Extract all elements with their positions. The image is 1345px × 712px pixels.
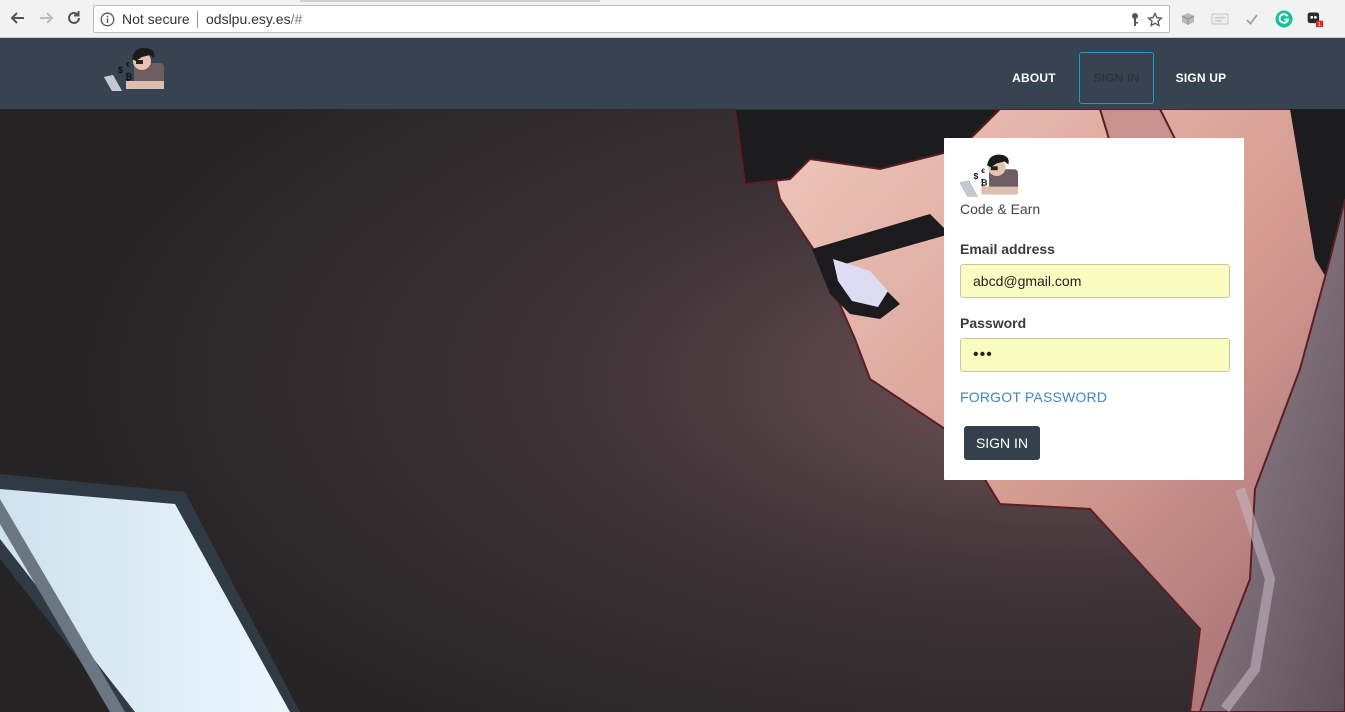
nav-signup-link[interactable]: SIGN UP — [1168, 52, 1234, 104]
forward-button[interactable] — [35, 7, 57, 29]
url-host: odslpu.esy.es — [206, 11, 291, 27]
nav-signin-link[interactable]: SIGN IN — [1079, 52, 1154, 104]
nav-about-link[interactable]: ABOUT — [1004, 52, 1064, 104]
email-label: Email address — [960, 241, 1055, 257]
tab-strip-edge — [300, 0, 600, 2]
extension-card-icon[interactable] — [1211, 10, 1229, 28]
coder-logo-image: $ ₿ € — [959, 154, 1019, 197]
security-label[interactable]: Not secure — [122, 11, 190, 27]
reload-icon — [68, 11, 80, 24]
password-label: Password — [960, 315, 1027, 331]
site-navbar: $ ₿ € ABOUT SIGN IN SIGN UP — [0, 38, 1345, 109]
svg-text:₿: ₿ — [125, 72, 132, 82]
extension-avatar-icon[interactable]: 1 — [1306, 10, 1324, 28]
extension-badge-count: 1 — [1318, 22, 1321, 28]
coder-logo-image: $ ₿ € — [104, 47, 164, 91]
extension-check-icon[interactable] — [1243, 10, 1261, 28]
forward-arrow-icon — [40, 12, 54, 24]
email-input[interactable] — [960, 264, 1230, 298]
sign-in-button[interactable]: SIGN IN — [964, 426, 1040, 460]
address-bar[interactable]: Not secure odslpu.esy.es/# — [93, 5, 1170, 33]
back-arrow-icon — [10, 12, 24, 24]
card-logo: $ ₿ € — [959, 153, 1020, 199]
bookmark-star-icon[interactable] — [1146, 11, 1164, 29]
key-icon[interactable] — [1126, 11, 1144, 29]
extension-cube-icon[interactable] — [1179, 10, 1197, 28]
login-card: $ ₿ € Code & Earn Email address Password… — [944, 138, 1244, 480]
forgot-password-link[interactable]: FORGOT PASSWORD — [960, 389, 1107, 405]
svg-text:₿: ₿ — [980, 178, 987, 188]
password-input[interactable] — [960, 338, 1230, 372]
address-divider — [197, 11, 198, 28]
site-tagline: Code & Earn — [960, 201, 1041, 217]
svg-text:€: € — [126, 62, 130, 69]
site-logo[interactable]: $ ₿ € — [104, 47, 166, 93]
url-path: /# — [290, 11, 303, 27]
svg-text:$: $ — [118, 65, 123, 75]
reload-button[interactable] — [63, 7, 85, 29]
svg-text:€: € — [981, 168, 985, 175]
svg-text:$: $ — [974, 171, 979, 181]
browser-toolbar: Not secure odslpu.esy.es/# 1 — [0, 0, 1345, 38]
info-icon[interactable] — [100, 12, 115, 32]
url-text[interactable]: odslpu.esy.es/# — [206, 11, 302, 27]
grammarly-icon[interactable] — [1275, 10, 1293, 28]
back-button[interactable] — [7, 7, 29, 29]
